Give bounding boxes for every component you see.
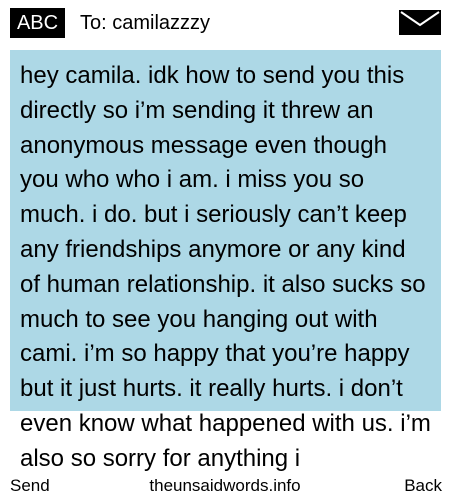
softkey-bar: theunsaidwords.info Send Back <box>0 474 450 500</box>
back-button[interactable]: Back <box>404 476 442 496</box>
message-text[interactable]: hey camila. idk how to send you this dir… <box>10 50 441 477</box>
recipient-field[interactable]: To: camilazzzy <box>80 9 210 37</box>
input-mode-badge[interactable]: ABC <box>10 8 65 38</box>
send-button[interactable]: Send <box>10 476 50 496</box>
header: ABC To: camilazzzy <box>0 0 450 44</box>
envelope-icon <box>399 10 441 35</box>
message-body[interactable]: hey camila. idk how to send you this dir… <box>10 50 441 502</box>
site-watermark: theunsaidwords.info <box>149 476 301 495</box>
